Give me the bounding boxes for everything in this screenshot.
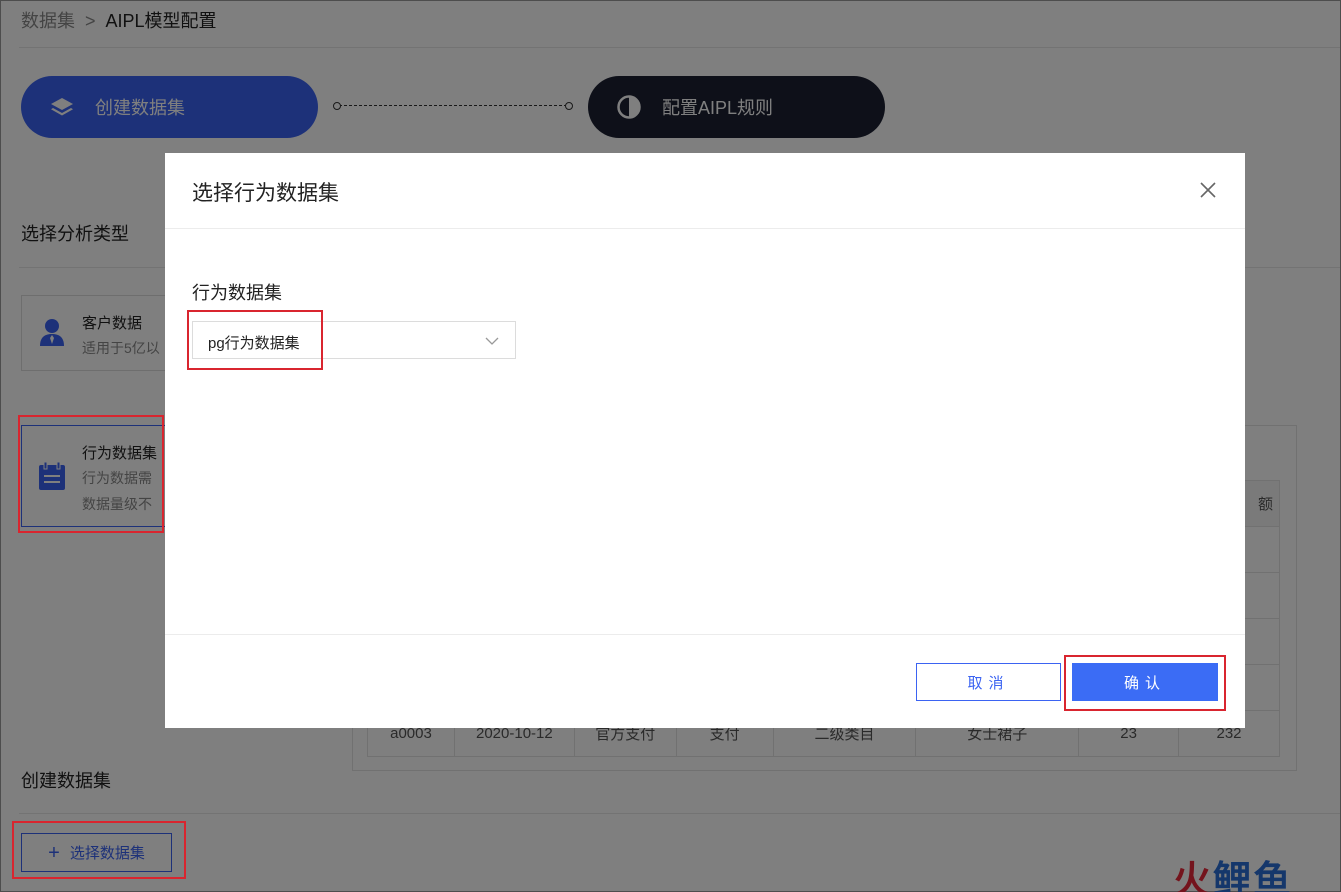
close-icon[interactable] (1197, 179, 1219, 201)
chevron-down-icon (485, 337, 499, 345)
select-behavior-dataset-dialog: 选择行为数据集 行为数据集 pg行为数据集 取消 确认 (165, 153, 1245, 728)
select-value: pg行为数据集 (208, 335, 300, 352)
behavior-dataset-select[interactable]: pg行为数据集 (192, 321, 516, 359)
dialog-title: 选择行为数据集 (192, 182, 339, 205)
field-label: 行为数据集 (192, 283, 282, 303)
confirm-button[interactable]: 确认 (1072, 663, 1218, 701)
dialog-footer-divider (165, 634, 1245, 635)
cancel-button[interactable]: 取消 (916, 663, 1061, 701)
dialog-header: 选择行为数据集 (165, 153, 1245, 229)
